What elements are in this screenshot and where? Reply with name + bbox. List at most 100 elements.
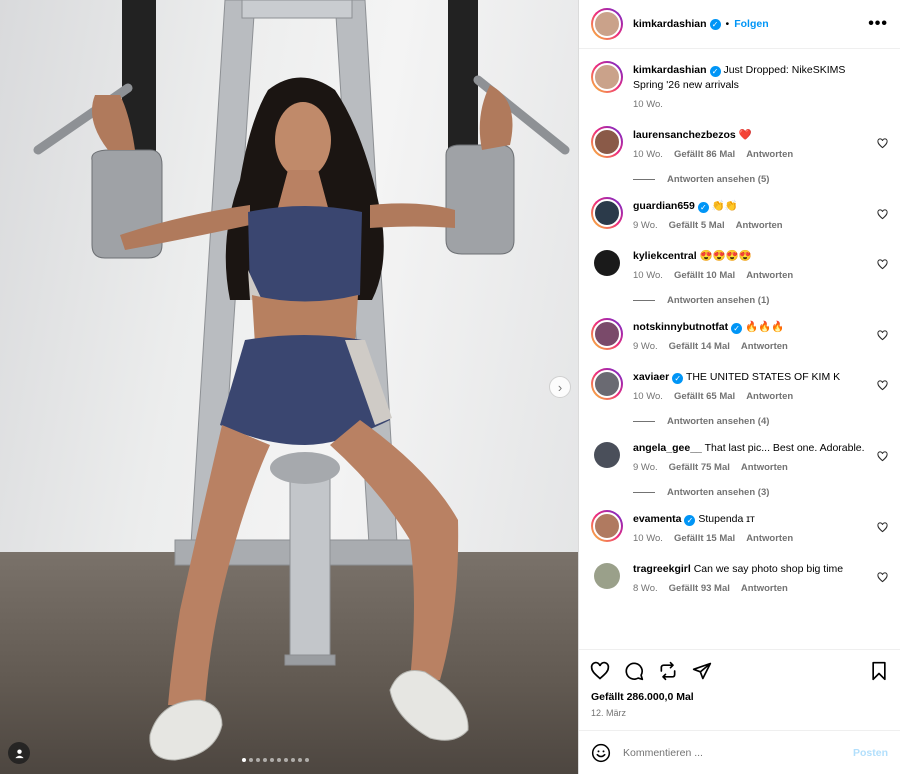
- comment-likes[interactable]: Gefällt 65 Mal: [674, 389, 735, 404]
- carousel-dot: [249, 758, 253, 762]
- send-icon[interactable]: [692, 661, 712, 681]
- reply-button[interactable]: Antworten: [741, 339, 788, 354]
- comment: tragreekgirl Can we say photo shop big t…: [591, 560, 888, 596]
- caption-avatar[interactable]: [591, 61, 623, 93]
- emoji-icon[interactable]: [591, 743, 611, 763]
- comment-text: Stupenda ɪᴛ: [698, 513, 755, 525]
- comment-likes[interactable]: Gefällt 86 Mal: [674, 147, 735, 162]
- commenter-username[interactable]: kyliekcentral: [633, 250, 697, 262]
- commenter-avatar[interactable]: [591, 439, 623, 471]
- reply-button[interactable]: Antworten: [736, 218, 783, 233]
- comment-text: 👏👏: [711, 200, 738, 212]
- commenter-username[interactable]: evamenta: [633, 513, 681, 525]
- commenter-avatar[interactable]: [591, 510, 623, 542]
- replies-line: [633, 300, 655, 301]
- action-bar: [579, 649, 900, 691]
- comment-heart-icon[interactable]: [877, 330, 888, 341]
- author-avatar[interactable]: [591, 8, 623, 40]
- commenter-avatar[interactable]: [591, 368, 623, 400]
- comment-input[interactable]: [623, 746, 853, 759]
- carousel-dot: [263, 758, 267, 762]
- post-date: 12. März: [591, 708, 627, 718]
- view-replies-button[interactable]: Antworten ansehen (5): [633, 174, 888, 185]
- heart-icon[interactable]: [590, 661, 610, 681]
- commenter-avatar[interactable]: [591, 126, 623, 158]
- verified-icon: ✓: [709, 18, 721, 30]
- comment-text: That last pic... Best one. Adorable.: [704, 442, 865, 454]
- comment-time: 10 Wo.: [633, 270, 663, 281]
- post-media[interactable]: ›: [0, 0, 578, 774]
- commenter-username[interactable]: xaviaer: [633, 371, 669, 383]
- comment-heart-icon[interactable]: [877, 522, 888, 533]
- replies-line: [633, 492, 655, 493]
- comment-time: 10 Wo.: [633, 391, 663, 402]
- carousel-indicator: [242, 758, 309, 762]
- commenter-username[interactable]: tragreekgirl: [633, 563, 691, 575]
- commenter-username[interactable]: laurensanchezbezos: [633, 129, 736, 141]
- verified-icon: ✓: [684, 515, 696, 526]
- verified-icon: ✓: [731, 323, 743, 334]
- view-replies-button[interactable]: Antworten ansehen (1): [633, 295, 888, 306]
- reply-button[interactable]: Antworten: [746, 268, 793, 283]
- comment-composer: Posten: [579, 730, 900, 774]
- comment: guardian659 ✓ 👏👏 9 Wo. Gefällt 5 Mal Antw…: [591, 197, 888, 233]
- comment-heart-icon[interactable]: [877, 209, 888, 220]
- post-comment-button[interactable]: Posten: [853, 747, 888, 759]
- comment-likes[interactable]: Gefällt 10 Mal: [674, 268, 735, 283]
- bookmark-icon[interactable]: [869, 661, 889, 681]
- comment: laurensanchezbezos ❤️ 10 Wo. Gefällt 86 …: [591, 126, 888, 162]
- comment: kyliekcentral 😍😍😍😍 10 Wo. Gefällt 10 Mal…: [591, 247, 888, 283]
- reply-button[interactable]: Antworten: [746, 389, 793, 404]
- comment-item: angela_gee__ That last pic... Best one. …: [591, 439, 888, 498]
- comment-likes[interactable]: Gefällt 15 Mal: [674, 531, 735, 546]
- commenter-username[interactable]: guardian659: [633, 200, 695, 212]
- commenter-avatar[interactable]: [591, 197, 623, 229]
- view-replies-button[interactable]: Antworten ansehen (4): [633, 416, 888, 427]
- comment-item: xaviaer ✓ THE UNITED STATES OF KIM K 10 W…: [591, 368, 888, 427]
- post-photo: [33, 0, 570, 761]
- comment-likes[interactable]: Gefällt 75 Mal: [669, 460, 730, 475]
- like-count[interactable]: Gefällt 286.000,0 Mal: [579, 691, 900, 703]
- comment-time: 9 Wo.: [633, 341, 658, 352]
- commenter-username[interactable]: angela_gee__: [633, 442, 702, 454]
- commenter-username[interactable]: notskinnybutnotfat: [633, 321, 728, 333]
- follow-button[interactable]: Folgen: [734, 18, 768, 30]
- comments: laurensanchezbezos ❤️ 10 Wo. Gefällt 86 …: [591, 126, 888, 596]
- comment-icon[interactable]: [624, 661, 644, 681]
- comment-likes[interactable]: Gefällt 5 Mal: [669, 218, 725, 233]
- replies-line: [633, 421, 655, 422]
- reply-button[interactable]: Antworten: [741, 460, 788, 475]
- view-replies-label: Antworten ansehen (5): [667, 174, 770, 185]
- user-tag-icon: [14, 748, 24, 758]
- comment: notskinnybutnotfat ✓ 🔥🔥🔥 9 Wo. Gefällt 14…: [591, 318, 888, 354]
- comment-heart-icon[interactable]: [877, 380, 888, 391]
- carousel-dot: [256, 758, 260, 762]
- comment-likes[interactable]: Gefällt 14 Mal: [669, 339, 730, 354]
- comment: xaviaer ✓ THE UNITED STATES OF KIM K 10 W…: [591, 368, 888, 404]
- carousel-dot: [242, 758, 246, 762]
- reply-button[interactable]: Antworten: [741, 581, 788, 596]
- comment-heart-icon[interactable]: [877, 259, 888, 270]
- view-replies-label: Antworten ansehen (3): [667, 487, 770, 498]
- commenter-avatar[interactable]: [591, 560, 623, 592]
- carousel-dot: [305, 758, 309, 762]
- view-replies-button[interactable]: Antworten ansehen (3): [633, 487, 888, 498]
- comment-heart-icon[interactable]: [877, 572, 888, 583]
- reply-button[interactable]: Antworten: [746, 147, 793, 162]
- caption-username[interactable]: kimkardashian: [633, 64, 707, 76]
- comment-likes[interactable]: Gefällt 93 Mal: [669, 581, 730, 596]
- share-icon[interactable]: [658, 661, 678, 681]
- commenter-avatar[interactable]: [591, 247, 623, 279]
- more-icon[interactable]: •••: [868, 15, 888, 33]
- comment-list[interactable]: kimkardashian ✓ Just Dropped: NikeSKIMS S…: [579, 49, 900, 649]
- tagged-users-button[interactable]: [8, 742, 30, 764]
- instagram-post-modal: › kimkardashian ✓ • Folgen ••• kimkardas…: [0, 0, 900, 774]
- reply-button[interactable]: Antworten: [746, 531, 793, 546]
- comment-heart-icon[interactable]: [877, 451, 888, 462]
- comment-time: 9 Wo.: [633, 220, 658, 231]
- author-username[interactable]: kimkardashian: [633, 18, 707, 30]
- commenter-avatar[interactable]: [591, 318, 623, 350]
- carousel-next-button[interactable]: ›: [549, 376, 571, 398]
- comment-heart-icon[interactable]: [877, 138, 888, 149]
- carousel-dot: [284, 758, 288, 762]
